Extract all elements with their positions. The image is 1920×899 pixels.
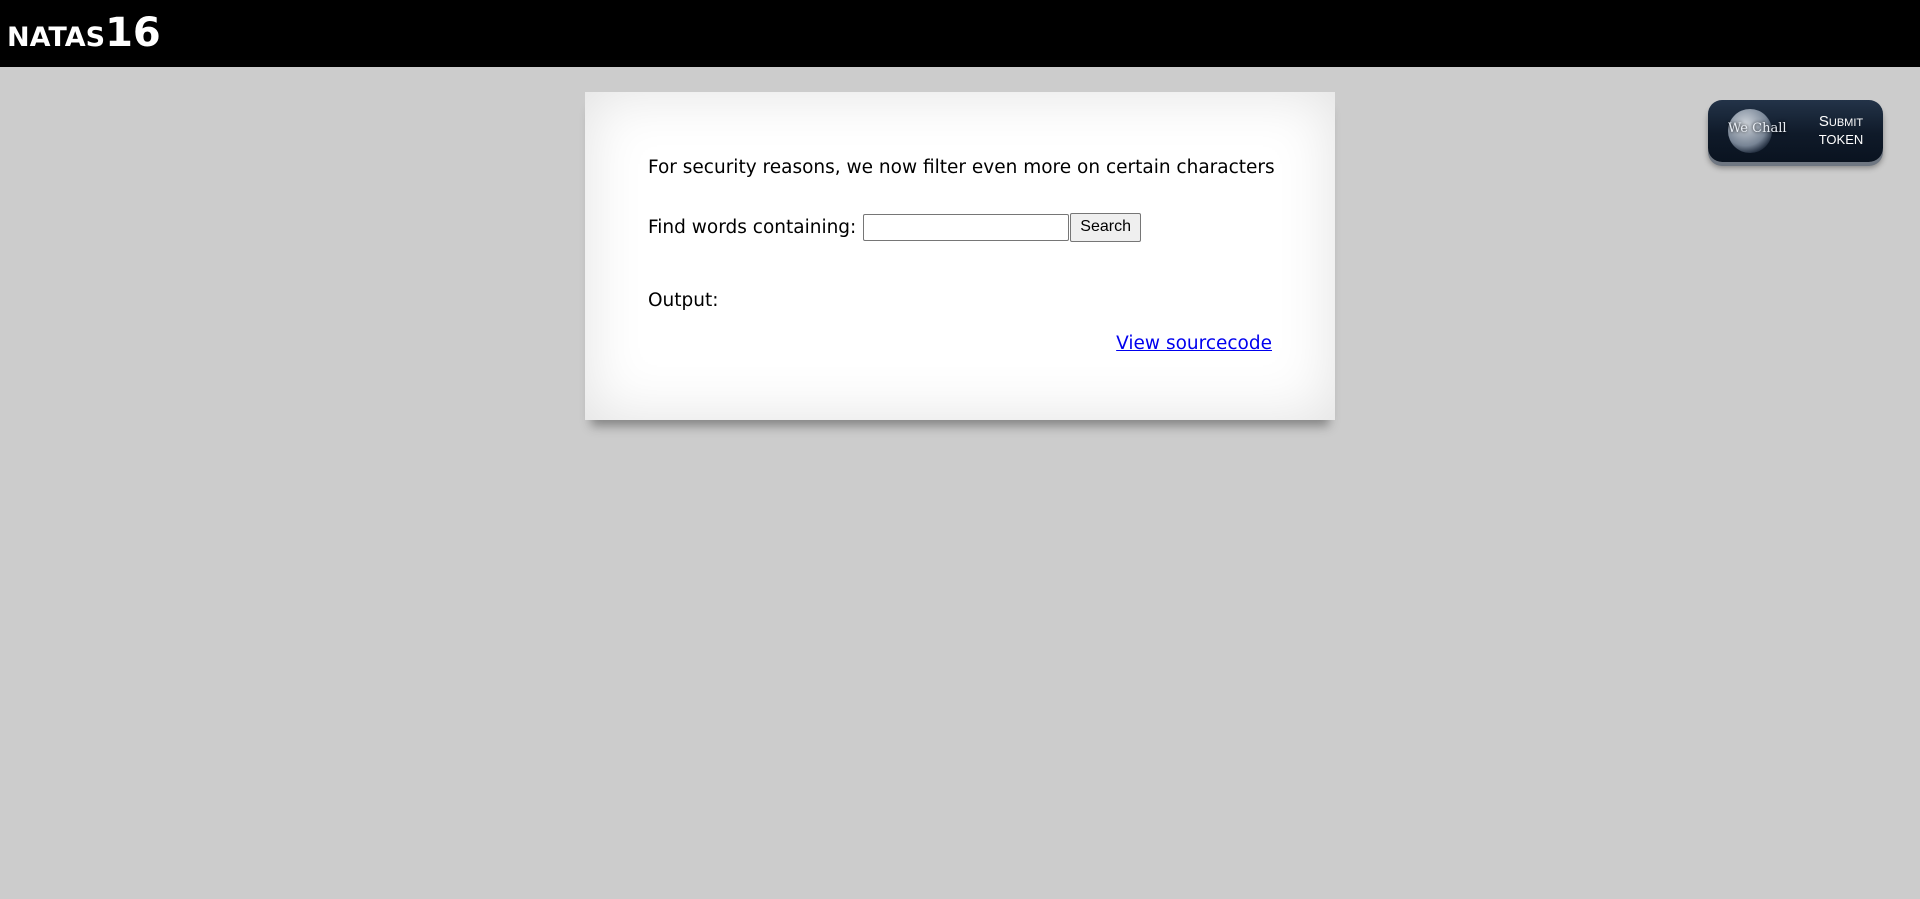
level-title: NATAS16 [7, 10, 161, 56]
search-button[interactable]: Search [1070, 212, 1141, 242]
page-header: NATAS16 [0, 0, 1920, 67]
wechall-logo-text: We Chall [1728, 121, 1787, 136]
level-title-prefix: NATAS [7, 22, 106, 53]
submit-token-label: Submit TOKEN [1806, 113, 1876, 149]
output-label: Output: [648, 290, 719, 311]
search-form: Find words containing: Search [648, 212, 1141, 242]
level-title-number: 16 [105, 10, 161, 56]
wechall-submit-token-button[interactable]: We Chall Submit TOKEN [1708, 100, 1883, 162]
find-words-label: Find words containing: [648, 216, 857, 238]
submit-label: Submit [1818, 113, 1864, 130]
search-input[interactable] [863, 213, 1070, 241]
view-sourcecode-link[interactable]: View sourcecode [1116, 333, 1272, 354]
content-panel: For security reasons, we now filter even… [585, 92, 1335, 420]
intro-text: For security reasons, we now filter even… [648, 157, 1275, 178]
token-label: TOKEN [1818, 132, 1864, 147]
